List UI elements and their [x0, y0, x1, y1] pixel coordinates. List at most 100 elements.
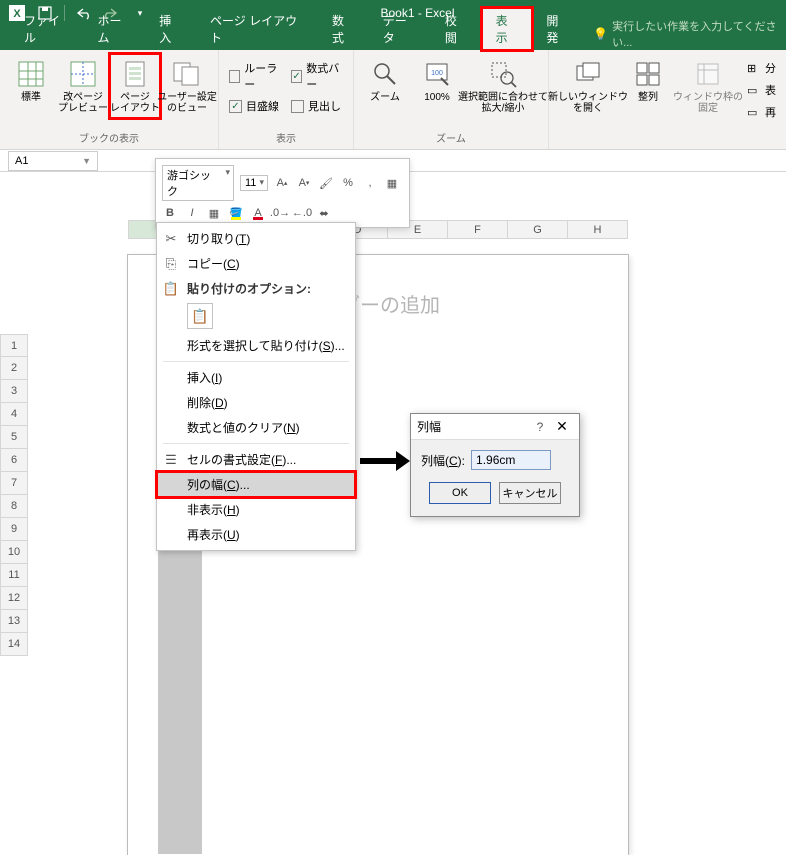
- dialog-titlebar[interactable]: 列幅 ? ✕: [411, 414, 579, 440]
- ribbon-group-views: 標準 改ページ プレビュー ページ レイアウト ユーザー設定 のビュー ブックの…: [0, 50, 219, 149]
- mini-font-select[interactable]: 游ゴシック: [162, 165, 234, 201]
- check-headings[interactable]: 見出し: [291, 98, 343, 114]
- format-cells-icon: ☰: [163, 452, 179, 468]
- view-pagebreak-button[interactable]: 改ページ プレビュー: [58, 54, 108, 118]
- tab-insert[interactable]: 挿入: [145, 8, 196, 50]
- view-custom-button[interactable]: ユーザー設定 のビュー: [162, 54, 212, 118]
- ribbon: 標準 改ページ プレビュー ページ レイアウト ユーザー設定 のビュー ブックの…: [0, 50, 786, 150]
- merge-icon[interactable]: ⬌: [316, 205, 332, 221]
- split-button[interactable]: ⊞分: [747, 60, 776, 76]
- col-header[interactable]: H: [568, 220, 628, 239]
- view-pagelayout-button[interactable]: ページ レイアウト: [110, 54, 160, 118]
- tab-review[interactable]: 校閲: [431, 8, 482, 50]
- row-header[interactable]: 10: [0, 541, 28, 564]
- dialog-title: 列幅: [417, 418, 529, 435]
- ctx-copy[interactable]: ⎘ コピー(C): [157, 251, 355, 276]
- ribbon-group-window: 新しいウィンドウ を開く 整列 ウィンドウ枠の 固定 ⊞分 ▭表 ▭再: [549, 50, 786, 149]
- zoom-selection-button[interactable]: 選択範囲に合わせて 拡大/縮小: [464, 54, 542, 118]
- bold-icon[interactable]: B: [162, 205, 178, 221]
- tab-view[interactable]: 表示: [482, 8, 533, 50]
- cancel-button[interactable]: キャンセル: [499, 482, 561, 504]
- ctx-paste-options-label: 📋 貼り付けのオプション:: [157, 276, 355, 301]
- tab-page-layout[interactable]: ページ レイアウト: [196, 8, 318, 50]
- arrange-button[interactable]: 整列: [623, 54, 673, 107]
- row-header[interactable]: 2: [0, 357, 28, 380]
- tab-developer[interactable]: 開発: [532, 8, 583, 50]
- col-header[interactable]: F: [448, 220, 508, 239]
- row-headers: 1 2 3 4 5 6 7 8 9 10 11 12 13 14: [0, 334, 28, 656]
- ctx-paste-options-row: 📋: [157, 301, 355, 333]
- increase-decimal-icon[interactable]: .0→: [272, 205, 288, 221]
- zoom100-button[interactable]: 100 100%: [412, 54, 462, 107]
- row-header[interactable]: 6: [0, 449, 28, 472]
- paste-option-default[interactable]: 📋: [187, 303, 213, 329]
- tell-me-placeholder: 実行したい作業を入力してください...: [612, 18, 786, 50]
- row-header[interactable]: 4: [0, 403, 28, 426]
- decrease-font-icon[interactable]: A▾: [296, 175, 312, 191]
- unhide-button[interactable]: ▭再: [747, 104, 776, 120]
- svg-text:100: 100: [431, 70, 443, 77]
- row-header[interactable]: 8: [0, 495, 28, 518]
- conditional-format-icon[interactable]: ▦: [384, 175, 400, 191]
- zoom-button[interactable]: ズーム: [360, 54, 410, 107]
- scissors-icon: ✂: [163, 231, 179, 247]
- format-painter-icon[interactable]: 🖌: [318, 175, 334, 191]
- percent-icon[interactable]: %: [340, 175, 356, 191]
- mini-fontsize-select[interactable]: 11: [240, 175, 268, 191]
- row-header[interactable]: 13: [0, 610, 28, 633]
- clipboard-icon: 📋: [163, 281, 179, 297]
- dialog-help-icon[interactable]: ?: [529, 420, 551, 434]
- row-header[interactable]: 5: [0, 426, 28, 449]
- row-header[interactable]: 14: [0, 633, 28, 656]
- ctx-hide[interactable]: 非表示(H): [157, 497, 355, 522]
- chevron-down-icon[interactable]: ▼: [82, 156, 91, 166]
- hide-button[interactable]: ▭表: [747, 82, 776, 98]
- tab-data[interactable]: データ: [369, 8, 431, 50]
- row-header[interactable]: 1: [0, 334, 28, 357]
- lightbulb-icon: 💡: [593, 27, 608, 41]
- tab-file[interactable]: ファイル: [10, 8, 84, 50]
- ctx-separator: [163, 443, 349, 444]
- ribbon-group-zoom: ズーム 100 100% 選択範囲に合わせて 拡大/縮小 ズーム: [354, 50, 549, 149]
- ctx-delete[interactable]: 削除(D): [157, 390, 355, 415]
- context-menu: ✂ 切り取り(T) ⎘ コピー(C) 📋 貼り付けのオプション: 📋 形式を選択…: [156, 222, 356, 551]
- ctx-separator: [163, 361, 349, 362]
- row-header[interactable]: 3: [0, 380, 28, 403]
- tab-home[interactable]: ホーム: [84, 8, 146, 50]
- row-header[interactable]: 11: [0, 564, 28, 587]
- increase-font-icon[interactable]: A▴: [274, 175, 290, 191]
- tab-formulas[interactable]: 数式: [318, 8, 369, 50]
- ctx-paste-special[interactable]: 形式を選択して貼り付け(S)...: [157, 333, 355, 358]
- ctx-column-width[interactable]: 列の幅(C)...: [157, 472, 355, 497]
- fill-color-icon[interactable]: 🪣: [228, 205, 244, 221]
- ctx-format-cells[interactable]: ☰ セルの書式設定(F)...: [157, 447, 355, 472]
- ok-button[interactable]: OK: [429, 482, 491, 504]
- row-header[interactable]: 7: [0, 472, 28, 495]
- freeze-panes-button[interactable]: ウィンドウ枠の 固定: [675, 54, 741, 118]
- decrease-decimal-icon[interactable]: ←.0: [294, 205, 310, 221]
- column-width-input[interactable]: [471, 450, 551, 470]
- col-header[interactable]: G: [508, 220, 568, 239]
- check-gridlines[interactable]: ✓目盛線: [229, 98, 281, 114]
- view-normal-button[interactable]: 標準: [6, 54, 56, 107]
- column-width-dialog: 列幅 ? ✕ 列幅(C): OK キャンセル: [410, 413, 580, 517]
- tell-me-search[interactable]: 💡 実行したい作業を入力してください...: [593, 18, 786, 50]
- close-icon[interactable]: ✕: [551, 418, 573, 435]
- font-color-icon[interactable]: A: [250, 205, 266, 221]
- ctx-cut[interactable]: ✂ 切り取り(T): [157, 226, 355, 251]
- check-formulabar[interactable]: ✓数式バー: [291, 60, 343, 92]
- ctx-clear[interactable]: 数式と値のクリア(N): [157, 415, 355, 440]
- name-box[interactable]: A1 ▼: [8, 151, 98, 171]
- new-window-button[interactable]: 新しいウィンドウ を開く: [555, 54, 621, 118]
- row-header[interactable]: 9: [0, 518, 28, 541]
- ctx-unhide[interactable]: 再表示(U): [157, 522, 355, 547]
- comma-icon[interactable]: ,: [362, 175, 378, 191]
- italic-icon[interactable]: I: [184, 205, 200, 221]
- worksheet-area[interactable]: A B C D E F G H ヘッダーの追加 1 2 3 4 5 6 7 8 …: [0, 195, 786, 670]
- ctx-insert[interactable]: 挿入(I): [157, 365, 355, 390]
- check-ruler[interactable]: ルーラー: [229, 60, 281, 92]
- row-header[interactable]: 12: [0, 587, 28, 610]
- ribbon-tabs: ファイル ホーム 挿入 ページ レイアウト 数式 データ 校閲 表示 開発 💡 …: [0, 26, 786, 50]
- border-icon[interactable]: ▦: [206, 205, 222, 221]
- mini-toolbar: 游ゴシック 11 A▴ A▾ 🖌 % , ▦ B I ▦ 🪣 A .0→ ←.0…: [155, 158, 410, 228]
